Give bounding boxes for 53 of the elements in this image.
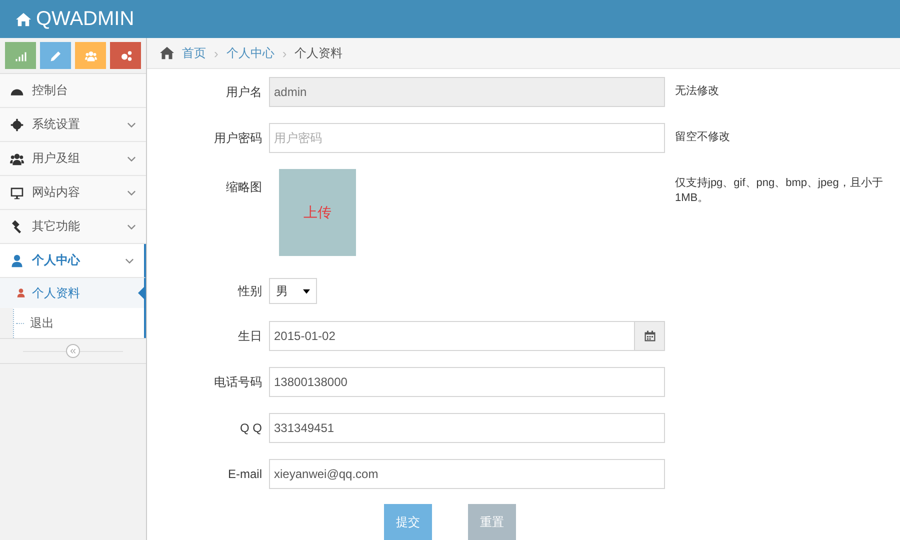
- menu-item[interactable]: 个人中心: [0, 244, 146, 278]
- field-label: Q Q: [238, 421, 263, 435]
- select-field[interactable]: 男: [269, 278, 317, 304]
- field-label: 电话号码: [213, 374, 263, 390]
- input-field[interactable]: 13800138000: [269, 367, 665, 397]
- breadcrumb-link[interactable]: 个人中心: [226, 44, 274, 62]
- brand-link[interactable]: QWADMIN: [16, 8, 134, 30]
- home-icon: [160, 46, 174, 60]
- input-field[interactable]: xieyanwei@qq.com: [269, 459, 665, 489]
- bar-chart-icon: [14, 50, 26, 62]
- monitor-icon: [10, 186, 24, 200]
- field-label: 用户名: [225, 84, 263, 100]
- help-text: 无法修改: [675, 84, 720, 98]
- help-text: 仅支持jpg、gif、png、bmp、jpeg，且小于1MB。: [675, 176, 884, 205]
- pencil-icon: [50, 50, 62, 62]
- breadcrumb-link[interactable]: 首页: [182, 44, 206, 62]
- menu-item[interactable]: 网站内容: [0, 176, 146, 210]
- shortcut-button[interactable]: [5, 42, 36, 69]
- help-text: 留空不修改: [675, 130, 731, 144]
- menu-item[interactable]: 系统设置: [0, 108, 146, 142]
- home-icon: [16, 12, 31, 26]
- calendar-button[interactable]: [635, 321, 665, 351]
- input-field[interactable]: 331349451: [269, 413, 665, 443]
- users-icon: [10, 152, 24, 166]
- breadcrumb-current: 个人资料: [294, 44, 343, 62]
- field-label: 性别: [236, 282, 263, 300]
- dropdown-arrow-icon: [303, 288, 310, 294]
- menu-item[interactable]: 控制台: [0, 74, 146, 108]
- shortcut-button[interactable]: [110, 42, 141, 69]
- field-label: 用户密码: [213, 130, 263, 146]
- chevron-down-icon: [127, 224, 136, 230]
- shortcut-button[interactable]: [40, 42, 71, 69]
- submenu-item[interactable]: 个人资料: [0, 278, 144, 308]
- shortcut-button[interactable]: [75, 42, 106, 69]
- field-label: 生日: [237, 328, 263, 344]
- field-label: E-mail: [226, 467, 263, 481]
- chevron-down-icon: [127, 190, 136, 196]
- menu-item[interactable]: 其它功能: [0, 210, 146, 244]
- submenu-item[interactable]: 退出: [14, 308, 144, 338]
- user-icon: [10, 254, 24, 268]
- menu-item[interactable]: 用户及组: [0, 142, 146, 176]
- calendar-icon: [644, 330, 656, 342]
- upload-label: 上传: [304, 204, 332, 222]
- chevron-down-icon: [127, 122, 136, 128]
- date-field[interactable]: 2015-01-02: [269, 321, 635, 351]
- chevron-down-icon: [125, 258, 134, 264]
- input-field[interactable]: 用户密码: [269, 123, 665, 153]
- field-label: 缩略图: [225, 179, 263, 196]
- chevron-down-icon: [127, 156, 136, 162]
- user-icon: [16, 288, 26, 298]
- users-icon: [84, 50, 96, 62]
- separator-icon: ›: [282, 46, 287, 60]
- separator-icon: ›: [214, 46, 218, 60]
